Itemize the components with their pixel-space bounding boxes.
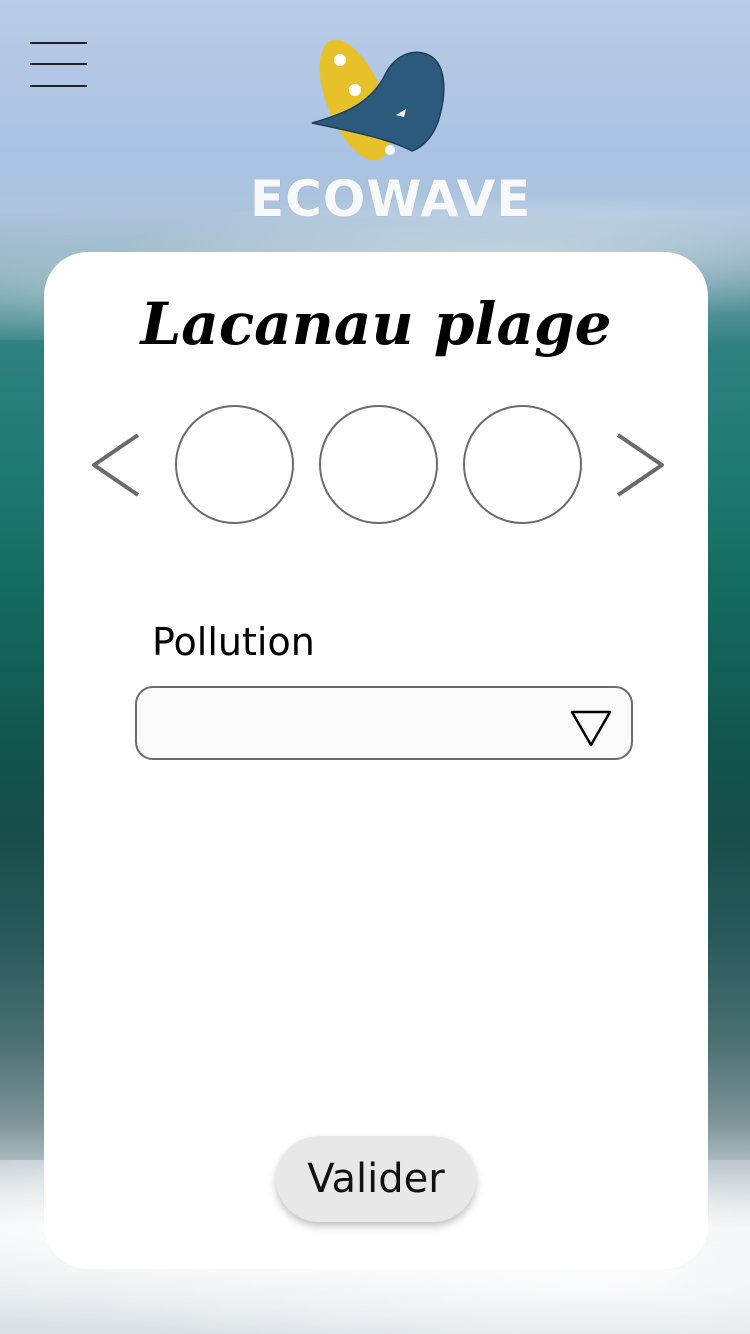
carousel-item-2[interactable]	[319, 405, 438, 524]
beach-card: Lacanau plage Pollution Valider	[44, 252, 708, 1269]
carousel-item-1[interactable]	[175, 405, 294, 524]
pollution-label: Pollution	[152, 620, 315, 664]
surfboard-wave-logo-icon	[311, 39, 445, 161]
beach-title: Lacanau plage	[140, 290, 612, 358]
chevron-right-icon[interactable]	[610, 420, 670, 510]
pollution-select[interactable]	[135, 686, 633, 760]
triangle-down-icon	[570, 710, 612, 747]
hamburger-menu-icon[interactable]	[30, 40, 87, 88]
validate-button[interactable]: Valider	[276, 1136, 476, 1222]
brand-name: ECOWAVE	[250, 170, 532, 228]
carousel-item-3[interactable]	[463, 405, 582, 524]
chevron-left-icon[interactable]	[88, 420, 148, 510]
